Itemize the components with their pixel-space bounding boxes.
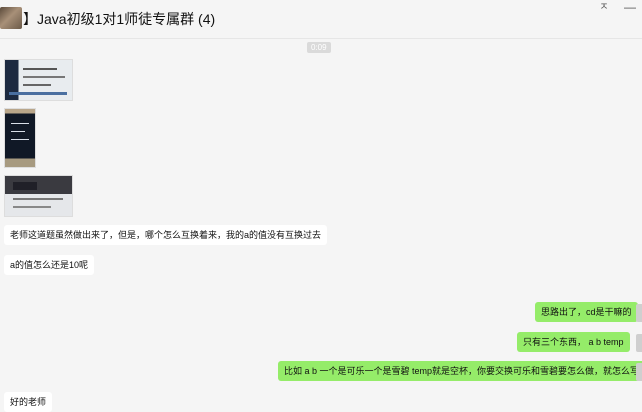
image-content <box>9 92 67 95</box>
image-content <box>11 123 29 124</box>
self-avatar[interactable] <box>636 304 642 322</box>
self-avatar[interactable] <box>636 334 642 352</box>
chat-title[interactable]: 】Java初级1对1师徒专属群 (4) <box>23 9 215 29</box>
image-content <box>13 198 63 200</box>
outgoing-message[interactable]: 只有三个东西， a b temp <box>517 332 630 352</box>
chat-header: 】Java初级1对1师徒专属群 (4) ㅈ — <box>0 0 642 39</box>
time-divider: 0:09 <box>307 42 331 53</box>
image-message[interactable] <box>4 108 36 168</box>
pin-icon[interactable]: ㅈ <box>597 1 611 15</box>
minimize-button[interactable]: — <box>623 1 637 15</box>
image-content <box>23 84 51 86</box>
image-content <box>23 76 65 78</box>
incoming-message[interactable]: a的值怎么还是10呢 <box>4 255 95 275</box>
outgoing-message[interactable]: 思路出了，cd是干嘛的 <box>535 302 638 322</box>
group-avatar[interactable] <box>0 7 22 29</box>
image-message[interactable] <box>4 59 73 101</box>
self-avatar[interactable] <box>636 363 642 381</box>
outgoing-message[interactable]: 比如 a b 一个是可乐一个是雪碧 temp就是空杯，你要交换可乐和雪碧要怎么做… <box>278 361 642 381</box>
incoming-message[interactable]: 好的老师 <box>4 392 53 412</box>
incoming-message[interactable]: 老师这道题虽然做出来了，但是，哪个怎么互换着来，我的a的值没有互换过去 <box>4 225 328 245</box>
image-content <box>23 68 57 70</box>
image-content <box>13 206 51 208</box>
image-content <box>11 131 25 132</box>
image-content <box>13 182 37 190</box>
image-content <box>11 139 29 140</box>
image-message[interactable] <box>4 175 73 217</box>
